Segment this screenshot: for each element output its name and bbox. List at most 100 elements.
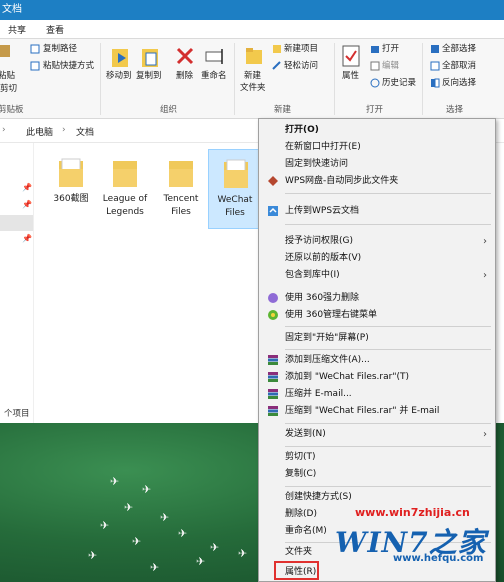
menu-item-compress-wechat-email[interactable]: 压缩到 "WeChat Files.rar" 并 E-mail bbox=[259, 403, 495, 420]
pin-icon: 📌 bbox=[22, 183, 32, 192]
properties-button[interactable]: 属性 bbox=[342, 71, 359, 82]
menu-item-open[interactable]: 打开(O) bbox=[259, 122, 495, 139]
chevron-right-icon: › bbox=[483, 429, 487, 440]
paste-shortcut-icon bbox=[30, 61, 40, 71]
chevron-right-icon: › bbox=[62, 125, 66, 135]
menu-item-add-wechat-rar[interactable]: 添加到 "WeChat Files.rar"(T) bbox=[259, 369, 495, 386]
chevron-right-icon: › bbox=[483, 270, 487, 281]
properties-icon bbox=[342, 45, 360, 67]
history-button[interactable]: 历史记录 bbox=[382, 78, 416, 89]
folder-tencent-files[interactable]: Tencent Files bbox=[154, 149, 208, 229]
separator bbox=[234, 43, 235, 115]
menu-separator bbox=[285, 326, 491, 327]
delete-button[interactable]: 删除 bbox=[176, 71, 193, 82]
easy-access-button[interactable]: 轻松访问 bbox=[284, 61, 318, 72]
open-button[interactable]: 打开 bbox=[382, 44, 399, 55]
menu-item-copy[interactable]: 复制(C) bbox=[259, 466, 495, 483]
menu-item-include-library[interactable]: 包含到库中(I) › bbox=[259, 267, 495, 284]
menu-item-360-manage[interactable]: 使用 360管理右键菜单 bbox=[259, 307, 495, 324]
title-bar: 文档 bbox=[0, 0, 504, 20]
breadcrumb-documents[interactable]: 文档 bbox=[76, 125, 94, 138]
menu-item-pin-quick-access[interactable]: 固定到快速访问 bbox=[259, 156, 495, 173]
edit-button[interactable]: 编辑 bbox=[382, 61, 399, 72]
bird-icon: ✈ bbox=[160, 511, 170, 524]
copy-to-button[interactable]: 复制到 bbox=[136, 71, 162, 82]
folder-icon bbox=[59, 158, 83, 187]
wps-drive-icon bbox=[268, 176, 278, 186]
bird-icon: ✈ bbox=[110, 475, 120, 488]
new-folder-button[interactable]: 新建 bbox=[244, 71, 261, 82]
menu-separator bbox=[285, 193, 491, 194]
tab-view[interactable]: 查看 bbox=[46, 23, 64, 36]
clipboard-group-label: 剪贴板 bbox=[0, 105, 24, 115]
folder-league-of-legends[interactable]: League of Legends bbox=[98, 149, 152, 229]
folder-name: League of Legends bbox=[102, 194, 148, 217]
new-folder-icon bbox=[246, 48, 262, 64]
watermark-logo: WIN7之家 www.hefqu.com bbox=[335, 519, 499, 565]
chevron-right-icon: › bbox=[483, 236, 487, 247]
folder-icon bbox=[224, 159, 248, 188]
menu-item-cut[interactable]: 剪切(T) bbox=[259, 449, 495, 466]
bird-icon: ✈ bbox=[142, 483, 152, 496]
menu-item-create-shortcut[interactable]: 创建快捷方式(S) bbox=[259, 489, 495, 506]
move-to-icon bbox=[112, 49, 128, 67]
bird-icon: ✈ bbox=[210, 541, 220, 554]
properties-highlight bbox=[274, 561, 319, 580]
bird-icon: ✈ bbox=[238, 547, 248, 560]
rename-button[interactable]: 重命名 bbox=[201, 71, 227, 82]
360-delete-icon bbox=[268, 293, 278, 303]
bird-icon: ✈ bbox=[178, 527, 188, 540]
invert-selection-icon bbox=[431, 78, 440, 88]
menu-item-upload-wps[interactable]: 上传到WPS云文档 bbox=[259, 203, 495, 220]
paste-shortcut-button[interactable]: 粘贴快捷方式 bbox=[43, 61, 94, 72]
watermark-url: www.win7zhijia.cn bbox=[355, 506, 470, 519]
rename-icon bbox=[205, 49, 223, 64]
winrar-icon bbox=[268, 389, 278, 399]
menu-item-compress-email[interactable]: 压缩并 E-mail... bbox=[259, 386, 495, 403]
breadcrumb-this-pc[interactable]: 此电脑 bbox=[26, 125, 53, 138]
winrar-icon bbox=[268, 372, 278, 382]
folder-icon bbox=[169, 161, 193, 187]
folder-name: WeChat Files bbox=[217, 195, 253, 218]
folder-wechat-files[interactable]: WeChat Files bbox=[208, 149, 262, 229]
menu-item-pin-start[interactable]: 固定到"开始"屏幕(P) bbox=[259, 330, 495, 347]
pin-icon: 📌 bbox=[22, 200, 32, 209]
menu-item-open-new-window[interactable]: 在新窗口中打开(E) bbox=[259, 139, 495, 156]
copy-path-button[interactable]: 复制路径 bbox=[43, 44, 77, 55]
menu-item-wps-sync[interactable]: WPS网盘-自动同步此文件夹 bbox=[259, 173, 495, 190]
select-all-button[interactable]: 全部选择 bbox=[442, 44, 476, 55]
ribbon: 粘贴 复制路径 粘贴快捷方式 剪切 剪贴板 移动到 复制到 删除 重命名 组织 … bbox=[0, 39, 504, 119]
folder-360[interactable]: 360截图 bbox=[44, 149, 98, 229]
select-none-button[interactable]: 全部取消 bbox=[442, 61, 476, 72]
move-to-button[interactable]: 移动到 bbox=[106, 71, 132, 82]
bird-icon: ✈ bbox=[88, 549, 98, 562]
organize-group-label: 组织 bbox=[160, 105, 178, 115]
new-item-icon bbox=[273, 45, 281, 53]
separator bbox=[422, 43, 423, 115]
chevron-right-icon: › bbox=[2, 125, 6, 135]
menu-separator bbox=[285, 486, 491, 487]
select-group-label: 选择 bbox=[446, 105, 464, 115]
folder-name: 360截图 bbox=[53, 194, 89, 204]
open-group-label: 打开 bbox=[366, 105, 384, 115]
cut-button[interactable]: 剪切 bbox=[0, 84, 17, 95]
status-bar-item-count: 个项目 bbox=[4, 409, 30, 419]
bird-icon: ✈ bbox=[196, 555, 206, 568]
tab-share[interactable]: 共享 bbox=[8, 23, 26, 36]
menu-item-360-delete[interactable]: 使用 360强力删除 bbox=[259, 290, 495, 307]
menu-item-add-archive[interactable]: 添加到压缩文件(A)... bbox=[259, 352, 495, 369]
menu-separator bbox=[285, 349, 491, 350]
menu-separator bbox=[285, 446, 491, 447]
separator bbox=[334, 43, 335, 115]
nav-item-selected[interactable] bbox=[0, 215, 33, 231]
invert-selection-button[interactable]: 反向选择 bbox=[442, 78, 476, 89]
menu-item-grant-access[interactable]: 授予访问权限(G) › bbox=[259, 233, 495, 250]
window-title: 文档 bbox=[2, 4, 22, 15]
pin-icon: 📌 bbox=[22, 234, 32, 243]
menu-item-send-to[interactable]: 发送到(N) › bbox=[259, 426, 495, 443]
separator bbox=[100, 43, 101, 115]
menu-item-restore-versions[interactable]: 还原以前的版本(V) bbox=[259, 250, 495, 267]
paste-button[interactable]: 粘贴 bbox=[0, 71, 15, 82]
wps-cloud-icon bbox=[268, 206, 278, 216]
new-item-button[interactable]: 新建项目 bbox=[284, 44, 318, 55]
